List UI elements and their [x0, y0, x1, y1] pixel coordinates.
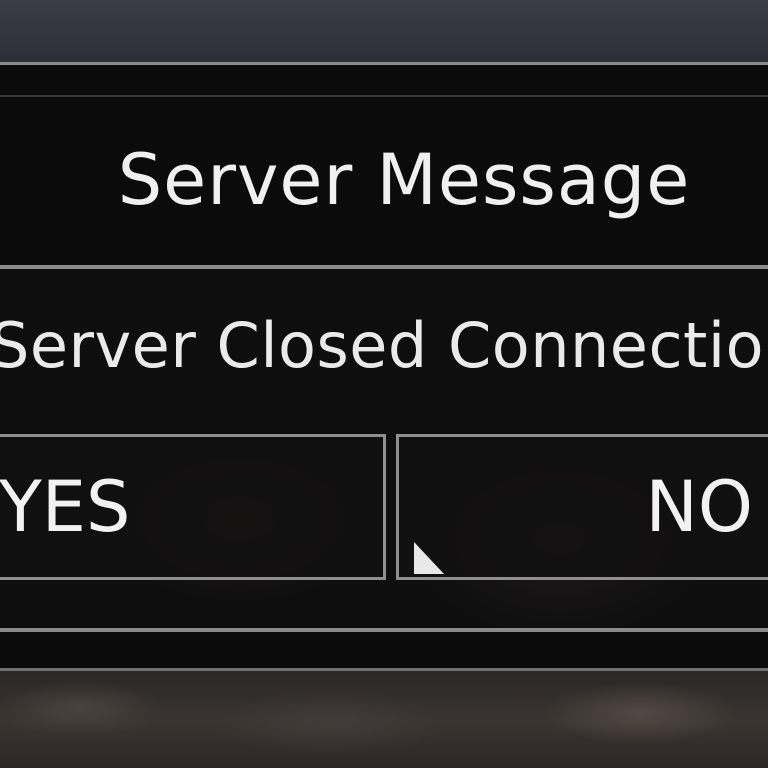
no-button-label: NO	[645, 466, 753, 548]
dialog-outer-border	[0, 668, 768, 671]
background-top	[0, 0, 768, 62]
no-button[interactable]: NO	[396, 434, 768, 580]
dialog-title: Server Message	[117, 139, 691, 221]
yes-button-label: YES	[0, 466, 131, 548]
yes-button[interactable]: YES	[0, 434, 386, 580]
game-scene: Server Message Server Closed Connection …	[0, 0, 768, 768]
background-scenery	[0, 668, 768, 768]
dialog-message: Server Closed Connection	[0, 309, 768, 382]
mouse-pointer-icon	[414, 542, 444, 574]
dialog-bottom-border	[0, 628, 768, 632]
